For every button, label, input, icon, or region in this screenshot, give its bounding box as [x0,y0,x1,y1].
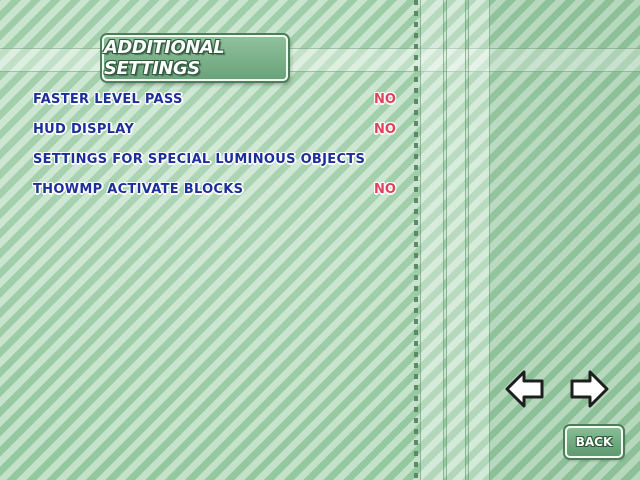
page-title: ADDITIONAL SETTINGS [104,37,225,79]
setting-value[interactable]: NO [374,120,396,140]
setting-value[interactable]: NO [374,180,396,200]
back-button-label: BACK [575,435,613,449]
setting-label: HUD DISPLAY [33,122,135,137]
vertical-band-middle [446,0,466,480]
dashed-stitch-line [414,0,418,480]
vertical-band-right [468,0,490,480]
left-arrow-icon[interactable] [504,368,546,410]
setting-value[interactable]: NO [374,90,396,110]
back-button[interactable]: BACK [565,426,623,458]
setting-label: THOWMP ACTIVATE BLOCKS [33,182,244,197]
title-panel: ADDITIONAL SETTINGS [102,35,288,81]
setting-label: FASTER LEVEL PASS [33,92,183,107]
vertical-band-left [420,0,444,480]
setting-label: SETTINGS FOR SPECIAL LUMINOUS OBJECTS [33,152,366,167]
right-arrow-icon[interactable] [568,368,610,410]
